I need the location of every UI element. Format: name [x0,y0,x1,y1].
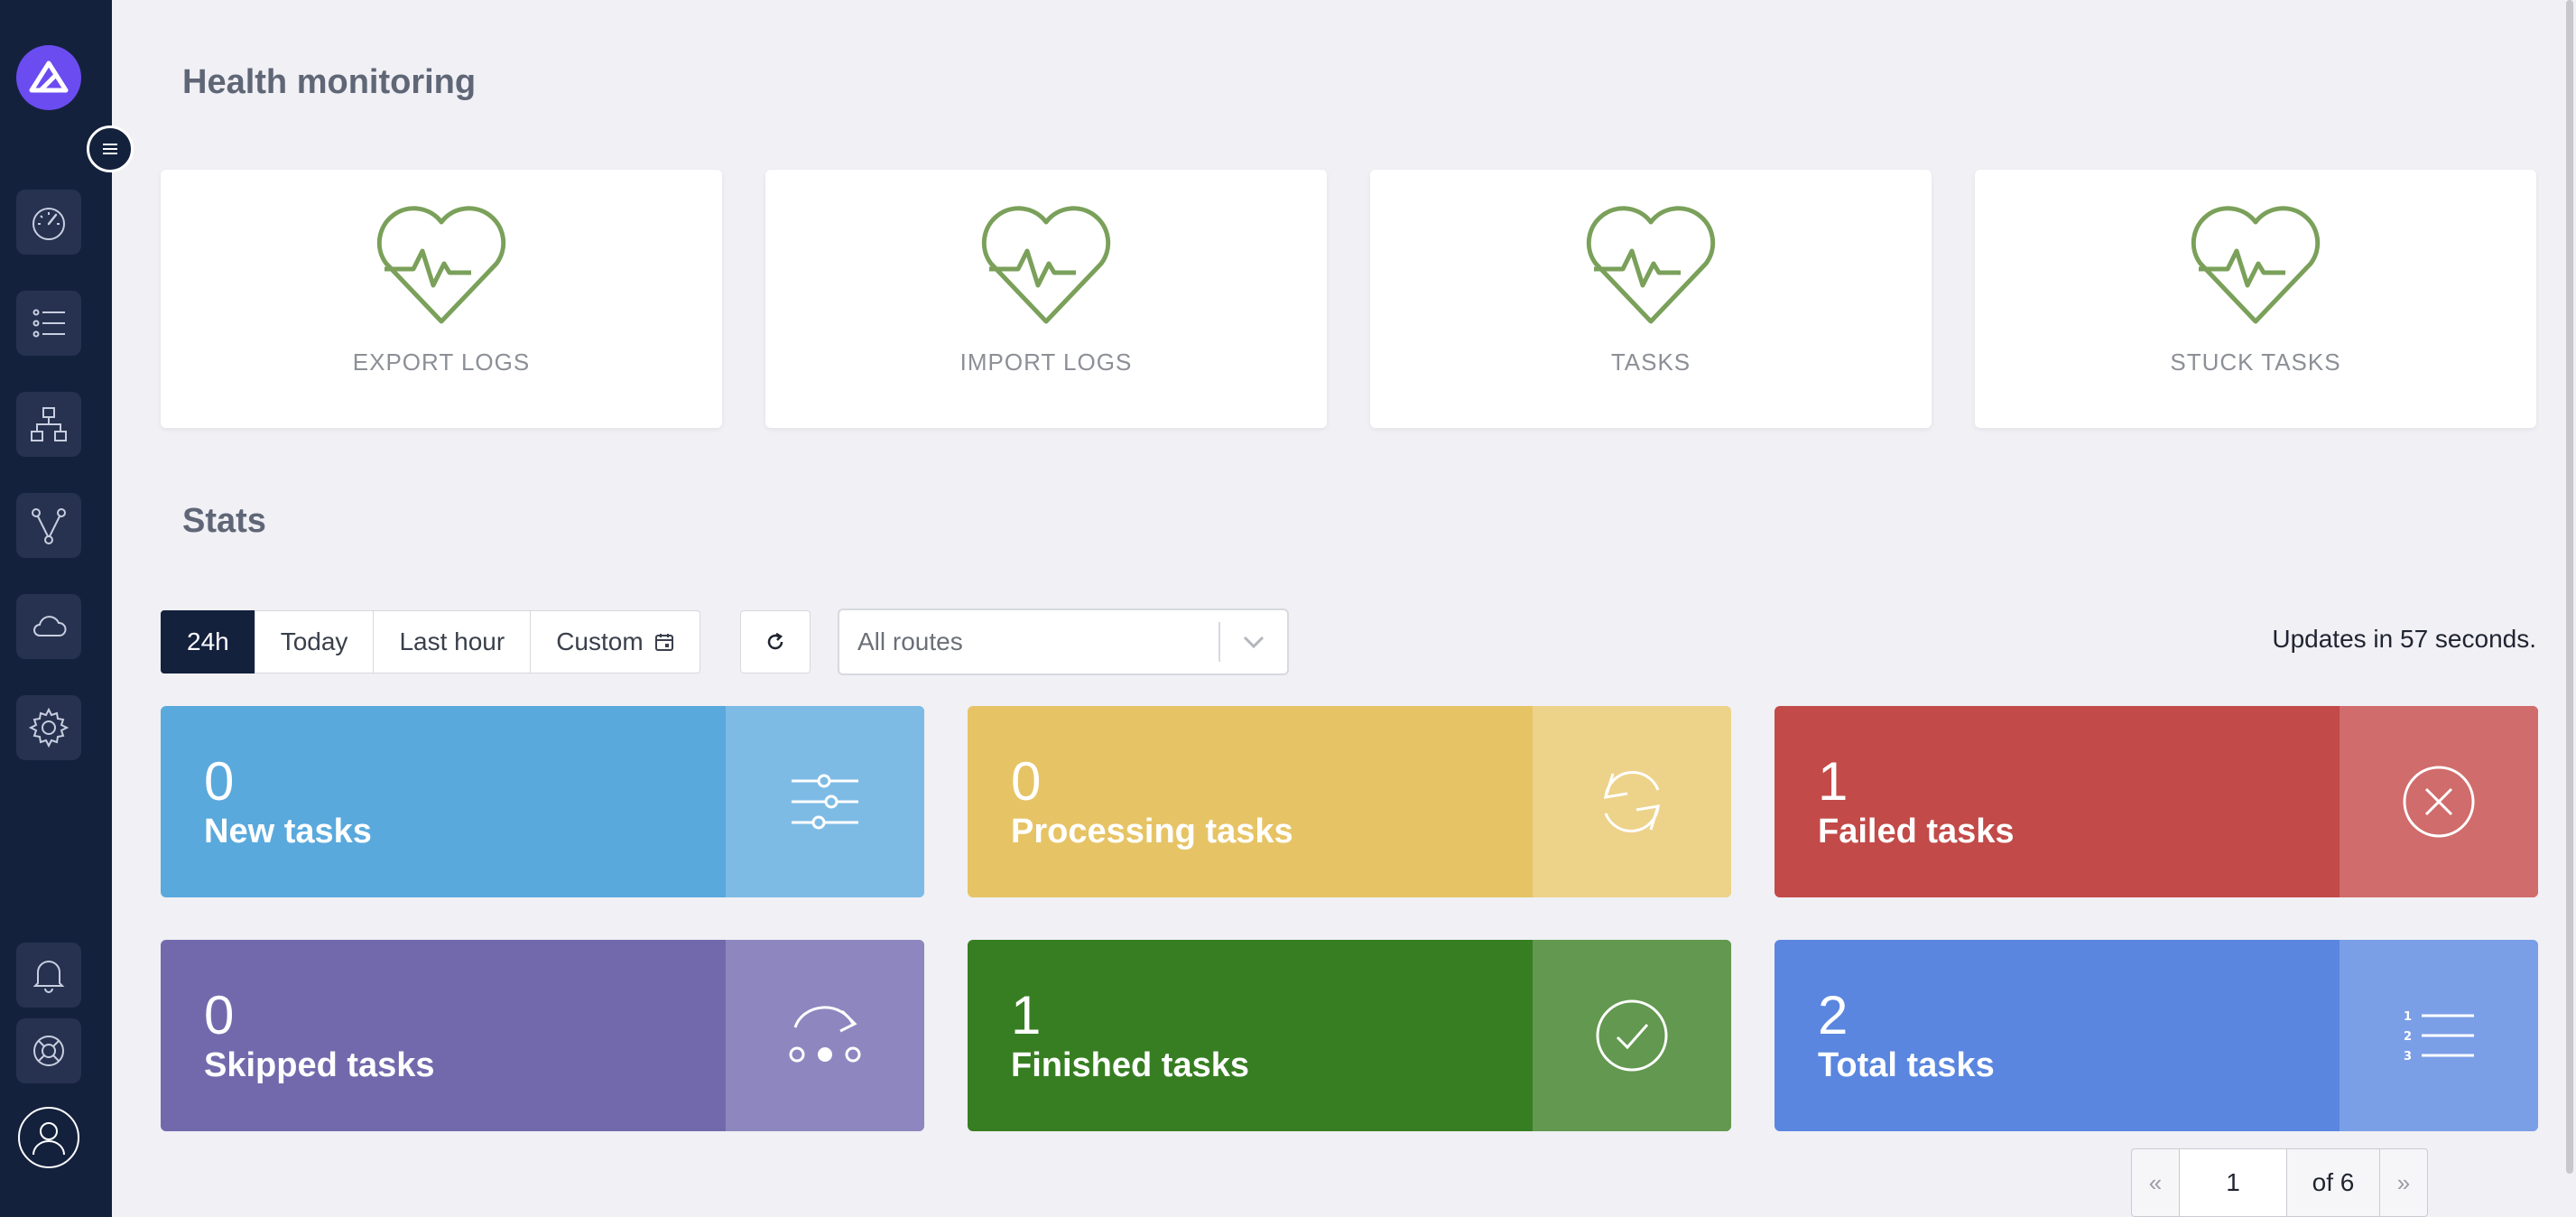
health-card-label: EXPORT LOGS [352,348,531,376]
page-number-input[interactable]: 1 [2179,1148,2287,1217]
bell-icon [32,961,65,993]
chevron-down-icon [1243,636,1265,649]
user-avatar-icon [18,1107,79,1168]
stat-label: Finished tasks [1011,1045,1249,1084]
stat-card-total-tasks[interactable]: 2 Total tasks 1 2 3 [1774,940,2538,1131]
stat-card-processing-tasks[interactable]: 0 Processing tasks [968,706,1731,897]
pagination: « 1 of 6 » [2131,1148,2428,1217]
page-count: of 6 [2286,1148,2380,1217]
circle-check-icon [1596,999,1668,1072]
stats-title: Stats [182,502,266,540]
svg-text:3: 3 [2404,1050,2412,1064]
nav-list[interactable] [16,291,81,356]
ordered-list-icon: 1 2 3 [2404,1010,2474,1064]
range-last-hour-button[interactable]: Last hour [373,610,532,674]
health-title: Health monitoring [182,63,477,101]
stat-card-finished-tasks[interactable]: 1 Finished tasks [968,940,1731,1131]
stat-label: New tasks [204,812,372,850]
range-today-button[interactable]: Today [254,610,375,674]
health-card-export-logs[interactable]: EXPORT LOGS [161,170,722,428]
refresh-cycle-icon [1603,771,1661,832]
sidebar-toggle-button[interactable] [87,125,134,172]
list-icon [32,309,65,338]
next-page-button[interactable]: » [2379,1148,2428,1217]
stat-card-new-tasks[interactable]: 0 New tasks [161,706,924,897]
health-card-stuck-tasks[interactable]: STUCK TASKS [1975,170,2536,428]
health-card-label: STUCK TASKS [2170,348,2341,376]
nav-hierarchy[interactable] [16,392,81,457]
scrollbar-thumb[interactable] [2566,0,2573,1174]
gauge-icon [32,208,65,240]
stat-card-skipped-tasks[interactable]: 0 Skipped tasks [161,940,924,1131]
heartbeat-icon [981,206,1111,324]
logo-icon [29,60,69,93]
refresh-icon [767,632,783,650]
range-custom-button[interactable]: Custom [530,610,700,674]
stat-card-failed-tasks[interactable]: 1 Failed tasks [1774,706,2538,897]
stat-label: Processing tasks [1011,812,1293,850]
nav-dashboard[interactable] [16,190,81,255]
svg-text:2: 2 [2404,1030,2412,1044]
route-select[interactable]: All routes [838,608,1289,675]
range-24h-button[interactable]: 24h [161,610,255,674]
heartbeat-icon [1586,206,1716,324]
heartbeat-icon [376,206,506,324]
nav-cloud[interactable] [16,594,81,659]
sidebar [0,0,112,1217]
time-range-filter: 24h Today Last hour Custom [161,610,700,674]
stat-value: 2 [1818,984,1849,1045]
calendar-icon [654,634,673,651]
circle-x-icon [2403,766,2475,838]
health-card-tasks[interactable]: TASKS [1370,170,1932,428]
nav-routes[interactable] [16,493,81,558]
range-custom-label: Custom [556,627,644,655]
refresh-button[interactable] [740,610,811,674]
stat-label: Skipped tasks [204,1045,435,1084]
heartbeat-icon [2191,206,2321,324]
lifebuoy-icon [33,1036,64,1066]
nav-settings[interactable] [16,695,81,760]
svg-text:1: 1 [2404,1010,2412,1024]
update-countdown: Updates in 57 seconds. [2272,625,2536,653]
main-content: Health monitoring EXPORT LOGS IMPORT LOG… [112,0,2576,1217]
stat-value: 1 [1818,750,1849,812]
sliders-icon [792,774,858,830]
hamburger-icon [103,144,117,154]
nav-notifications[interactable] [16,943,81,1008]
cloud-icon [33,616,67,636]
route-select-value: All routes [857,627,963,655]
route-select-toggle[interactable] [1220,635,1287,649]
stat-value: 1 [1011,984,1042,1045]
health-card-label: TASKS [1610,348,1691,376]
health-card-import-logs[interactable]: IMPORT LOGS [765,170,1327,428]
stat-value: 0 [1011,750,1042,812]
health-card-label: IMPORT LOGS [959,348,1133,376]
gear-icon [28,707,69,748]
app-logo[interactable] [16,45,81,110]
page-scrollbar[interactable] [2563,0,2576,1217]
stat-value: 0 [204,750,235,812]
nav-profile[interactable] [16,1105,81,1170]
skip-dots-icon [789,1006,861,1063]
prev-page-button[interactable]: « [2131,1148,2180,1217]
stat-value: 0 [204,984,235,1045]
sitemap-icon [31,407,67,441]
stat-label: Failed tasks [1818,812,2015,850]
branch-icon [32,508,66,544]
stat-label: Total tasks [1818,1045,1995,1084]
nav-help[interactable] [16,1018,81,1083]
